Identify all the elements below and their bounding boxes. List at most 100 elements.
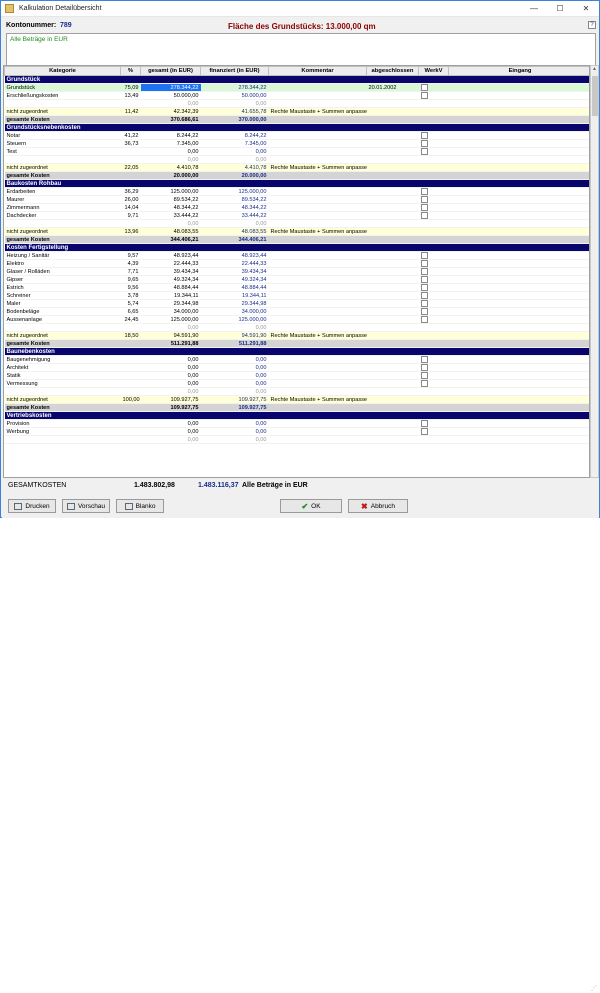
cell-abgeschlossen[interactable] — [366, 379, 419, 388]
cell-kommentar[interactable] — [268, 355, 367, 364]
col-kommentar[interactable]: Kommentar — [268, 66, 367, 76]
table-row[interactable]: Statik 0,00 0,00 — [4, 371, 589, 380]
cell-eingang[interactable] — [448, 435, 589, 444]
cell-prozent[interactable] — [120, 435, 141, 444]
cell-gesamt[interactable]: 22.444,33 — [140, 259, 201, 268]
cell-prozent[interactable] — [120, 235, 141, 244]
cell-eingang[interactable] — [448, 219, 589, 228]
cell-prozent[interactable] — [120, 379, 141, 388]
cell-kategorie[interactable]: Erdarbeiten — [4, 187, 121, 196]
cell-prozent[interactable]: 7,71 — [120, 267, 141, 276]
cell-kommentar[interactable]: Rechte Maustaste + Summen anpassen — [268, 395, 367, 404]
cell-kategorie[interactable]: Werbung — [4, 427, 121, 436]
section-header-row[interactable]: Kosten Fertigstellung — [4, 243, 589, 252]
cell-gesamt[interactable]: 34.000,00 — [140, 307, 201, 316]
cell-finanziert[interactable]: 125.000,00 — [200, 315, 269, 324]
cell-finanziert[interactable]: 344.406,21 — [200, 235, 269, 244]
cell-kommentar[interactable] — [268, 171, 367, 180]
cell-finanziert[interactable]: 0,00 — [200, 379, 269, 388]
cell-werkv[interactable] — [418, 323, 449, 332]
cell-gesamt[interactable]: 0,00 — [140, 387, 201, 396]
cell-kommentar[interactable] — [268, 363, 367, 372]
cell-kommentar[interactable] — [268, 235, 367, 244]
cell-prozent[interactable] — [120, 387, 141, 396]
cell-kommentar[interactable]: Rechte Maustaste + Summen anpassen — [268, 107, 367, 116]
cell-kommentar[interactable] — [268, 259, 367, 268]
cell-finanziert[interactable]: 48.884,44 — [200, 283, 269, 292]
table-row[interactable]: Estrich 9,56 48.884,44 48.884,44 — [4, 283, 589, 292]
cell-kategorie[interactable]: Notar — [4, 131, 121, 140]
cell-kategorie[interactable]: gesamte Kosten — [4, 171, 121, 180]
cell-kategorie[interactable] — [4, 99, 121, 108]
table-row[interactable]: Architekt 0,00 0,00 — [4, 363, 589, 372]
cell-prozent[interactable] — [120, 419, 141, 428]
cell-werkv[interactable] — [418, 315, 449, 324]
werkv-checkbox[interactable] — [420, 268, 428, 275]
cell-werkv[interactable] — [418, 387, 449, 396]
table-row[interactable]: Schreiner 3,78 19.344,11 19.344,11 — [4, 291, 589, 300]
table-row[interactable]: 0,00 0,00 — [4, 155, 589, 164]
cell-kategorie[interactable]: Elektro — [4, 259, 121, 268]
werkv-checkbox[interactable] — [420, 204, 428, 211]
cell-kategorie[interactable]: Bodenbeläge — [4, 307, 121, 316]
cell-eingang[interactable] — [448, 363, 589, 372]
total-row[interactable]: gesamte Kosten 109.927,75 109.927,75 — [4, 403, 589, 412]
table-row[interactable]: Maurer 26,00 89.534,22 89.534,22 — [4, 195, 589, 204]
cell-gesamt[interactable]: 0,00 — [140, 323, 201, 332]
cell-gesamt[interactable]: 0,00 — [140, 427, 201, 436]
cell-werkv[interactable] — [418, 307, 449, 316]
cell-finanziert[interactable]: 0,00 — [200, 99, 269, 108]
cell-eingang[interactable] — [448, 339, 589, 348]
table-row[interactable]: Vermessung 0,00 0,00 — [4, 379, 589, 388]
cell-gesamt[interactable]: 125.000,00 — [140, 187, 201, 196]
cell-gesamt[interactable]: 0,00 — [140, 355, 201, 364]
vorschau-button[interactable]: Vorschau — [62, 499, 110, 513]
table-row[interactable]: Erdarbeiten 36,29 125.000,00 125.000,00 — [4, 187, 589, 196]
cell-kategorie[interactable]: Heizung / Sanitär — [4, 251, 121, 260]
cell-werkv[interactable] — [418, 379, 449, 388]
cell-werkv[interactable] — [418, 251, 449, 260]
cell-finanziert[interactable]: 41.655,78 — [200, 107, 269, 116]
cell-prozent[interactable] — [120, 323, 141, 332]
cell-kategorie[interactable] — [4, 219, 121, 228]
cell-prozent[interactable]: 100,00 — [120, 395, 141, 404]
cell-finanziert[interactable]: 125.000,00 — [200, 187, 269, 196]
cell-werkv[interactable] — [418, 107, 449, 116]
table-row[interactable]: Werbung 0,00 0,00 — [4, 427, 589, 436]
cell-prozent[interactable]: 36,29 — [120, 187, 141, 196]
cell-abgeschlossen[interactable] — [366, 395, 419, 404]
cell-werkv[interactable] — [418, 195, 449, 204]
help-icon[interactable]: ? — [588, 21, 596, 29]
cell-prozent[interactable] — [120, 171, 141, 180]
cell-werkv[interactable] — [418, 211, 449, 220]
cell-prozent[interactable]: 41,22 — [120, 131, 141, 140]
cell-kategorie[interactable]: Erschließungskosten — [4, 91, 121, 100]
cell-gesamt[interactable]: 50.000,00 — [140, 91, 201, 100]
kalkulation-grid[interactable]: Kategorie % gesamt (in EUR) finanziert (… — [3, 65, 590, 478]
cell-prozent[interactable]: 6,65 — [120, 307, 141, 316]
total-row[interactable]: gesamte Kosten 370.686,61 370.000,00 — [4, 115, 589, 124]
not-assigned-row[interactable]: nicht zugeordnet 100,00 109.927,75 109.927,… — [4, 395, 589, 404]
cell-finanziert[interactable]: 7.345,00 — [200, 139, 269, 148]
cell-prozent[interactable] — [120, 99, 141, 108]
cell-kategorie[interactable]: Architekt — [4, 363, 121, 372]
cell-eingang[interactable] — [448, 395, 589, 404]
cell-werkv[interactable] — [418, 227, 449, 236]
cell-kommentar[interactable] — [268, 139, 367, 148]
not-assigned-row[interactable]: nicht zugeordnet 11,42 42.342,39 41.655,78 R… — [4, 107, 589, 116]
cell-kommentar[interactable] — [268, 115, 367, 124]
cell-kommentar[interactable] — [268, 211, 367, 220]
cell-eingang[interactable] — [448, 235, 589, 244]
cell-finanziert[interactable]: 0,00 — [200, 323, 269, 332]
cell-kategorie[interactable]: Maler — [4, 299, 121, 308]
cell-eingang[interactable] — [448, 227, 589, 236]
cell-abgeschlossen[interactable] — [366, 91, 419, 100]
cell-kommentar[interactable] — [268, 419, 367, 428]
section-header-row[interactable]: Vertriebskosten — [4, 411, 589, 420]
cell-prozent[interactable]: 11,42 — [120, 107, 141, 116]
cell-werkv[interactable] — [418, 171, 449, 180]
cell-kategorie[interactable]: Vermessung — [4, 379, 121, 388]
cell-abgeschlossen[interactable] — [366, 115, 419, 124]
cell-abgeschlossen[interactable] — [366, 171, 419, 180]
cell-eingang[interactable] — [448, 427, 589, 436]
